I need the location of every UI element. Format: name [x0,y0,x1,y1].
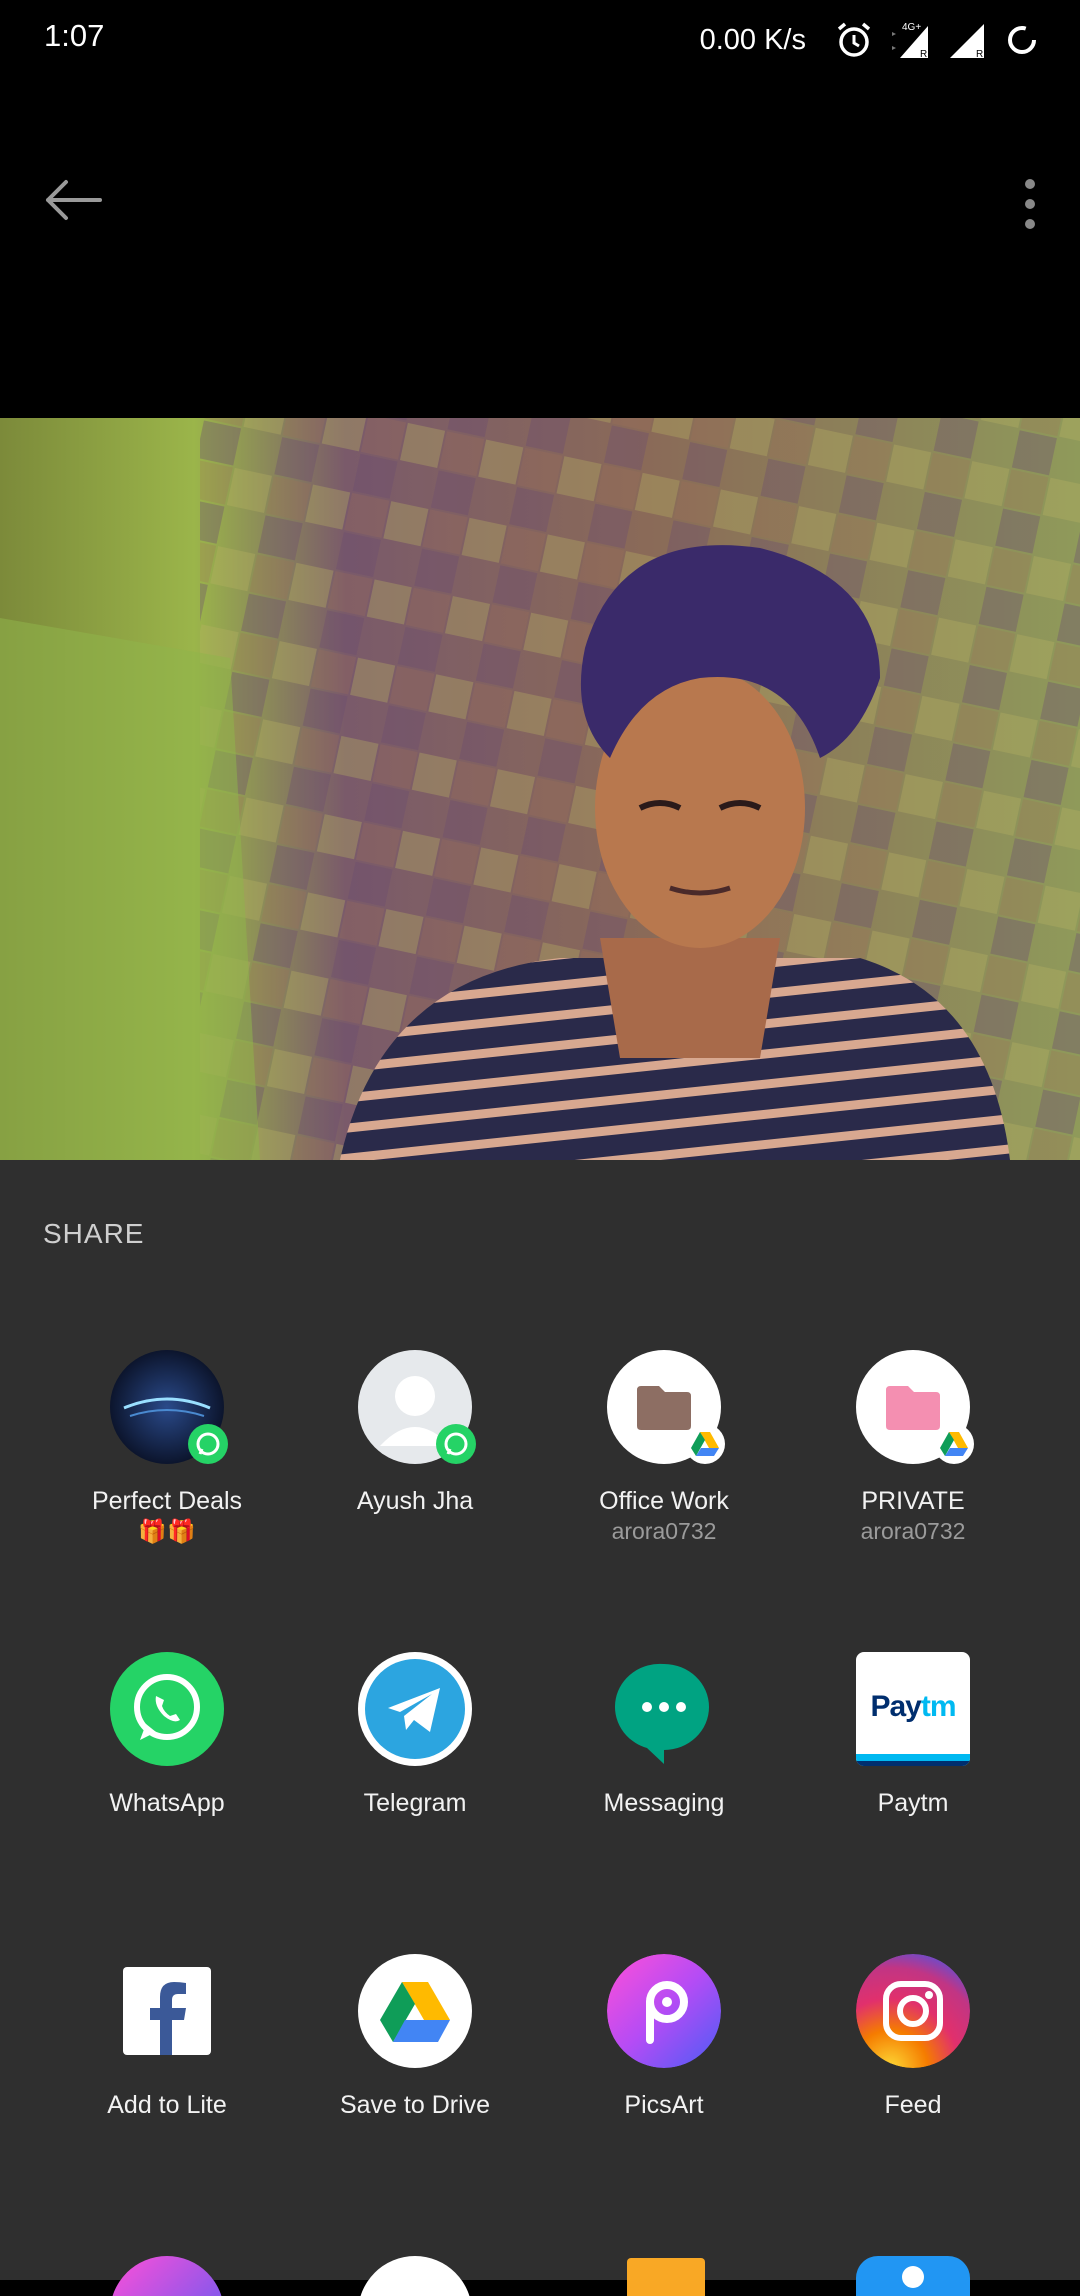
share-target-account: arora0732 [860,1518,966,1544]
app-instagram-feed[interactable]: Feed [789,1954,1037,2254]
share-target-office-work[interactable]: Office Work arora0732 [540,1350,788,1650]
apps-row-2: Add to Lite Save to Drive PicsArt Feed [0,1954,1080,2254]
share-target-perfect-deals[interactable]: Perfect Deals 🎁🎁 [43,1350,291,1650]
viewer-app-bar [0,80,1080,420]
share-target-private[interactable]: PRIVATE arora0732 [789,1350,1037,1650]
app-label: Telegram [363,1789,467,1817]
telegram-icon [358,1652,472,1766]
apps-row-1: WhatsApp Telegram Messaging Paytm Paytm [0,1652,1080,1952]
picsart-icon [607,1954,721,2068]
app-paytm[interactable]: Paytm Paytm [789,1652,1037,1952]
partial-app-icon[interactable] [358,2256,472,2296]
app-picsart[interactable]: PicsArt [540,1954,788,2254]
status-icons: 0.00 K/s 4G+ R R [700,16,1044,64]
whatsapp-badge-icon [436,1424,476,1464]
partial-app-icon[interactable] [856,2256,970,2296]
status-bar: 1:07 0.00 K/s 4G+ R R [0,0,1080,80]
app-label: Feed [884,2091,942,2119]
share-target-label: Ayush Jha [356,1487,474,1515]
signal-icon: R [950,24,984,60]
signal-4g-icon: 4G+ R [892,22,928,60]
whatsapp-icon [110,1652,224,1766]
share-target-account: arora0732 [611,1518,717,1544]
app-telegram[interactable]: Telegram [291,1652,539,1952]
whatsapp-badge-icon [188,1424,228,1464]
svg-text:4G+: 4G+ [902,22,921,33]
shared-photo [0,418,1080,1160]
app-label: Paytm [877,1789,949,1817]
share-sheet: SHARE Perfect Deals 🎁🎁 Ayush Jha Office … [0,1160,1080,2296]
svg-text:R: R [920,49,927,60]
network-speed: 0.00 K/s [699,23,806,56]
app-label: Add to Lite [107,2091,227,2119]
direct-share-row: Perfect Deals 🎁🎁 Ayush Jha Office Work a… [0,1350,1080,1650]
app-messaging[interactable]: Messaging [540,1652,788,1952]
partial-app-icon[interactable] [110,2256,224,2296]
paytm-icon: Paytm [856,1652,970,1766]
instagram-icon [856,1954,970,2068]
arrow-left-icon[interactable] [36,170,108,230]
alarm-icon [837,22,871,57]
facebook-lite-icon [110,1954,224,2068]
more-vert-icon[interactable] [1008,170,1052,240]
app-label: WhatsApp [109,1789,225,1817]
share-target-label: Perfect Deals [91,1487,243,1515]
svg-text:R: R [976,49,983,60]
share-target-label: Office Work [599,1487,729,1515]
drive-badge-icon [685,1424,725,1464]
apps-row-3-partial [0,2256,1080,2296]
app-facebook-lite[interactable]: Add to Lite [43,1954,291,2254]
share-target-ayush-jha[interactable]: Ayush Jha [291,1350,539,1650]
share-title: SHARE [43,1218,145,1249]
google-drive-icon [358,1954,472,2068]
app-label: Messaging [603,1789,725,1817]
app-label: Save to Drive [339,2091,491,2119]
app-google-drive[interactable]: Save to Drive [291,1954,539,2254]
share-target-emoji: 🎁🎁 [138,1518,196,1544]
messaging-icon [607,1652,721,1766]
partial-app-icon[interactable] [627,2258,705,2296]
status-time: 1:07 [44,18,105,53]
drive-badge-icon [934,1424,974,1464]
portrait-photo-image [0,418,1080,1160]
battery-ring-icon [1008,26,1036,54]
app-whatsapp[interactable]: WhatsApp [43,1652,291,1952]
share-target-label: PRIVATE [861,1487,965,1515]
app-label: PicsArt [624,2091,704,2119]
